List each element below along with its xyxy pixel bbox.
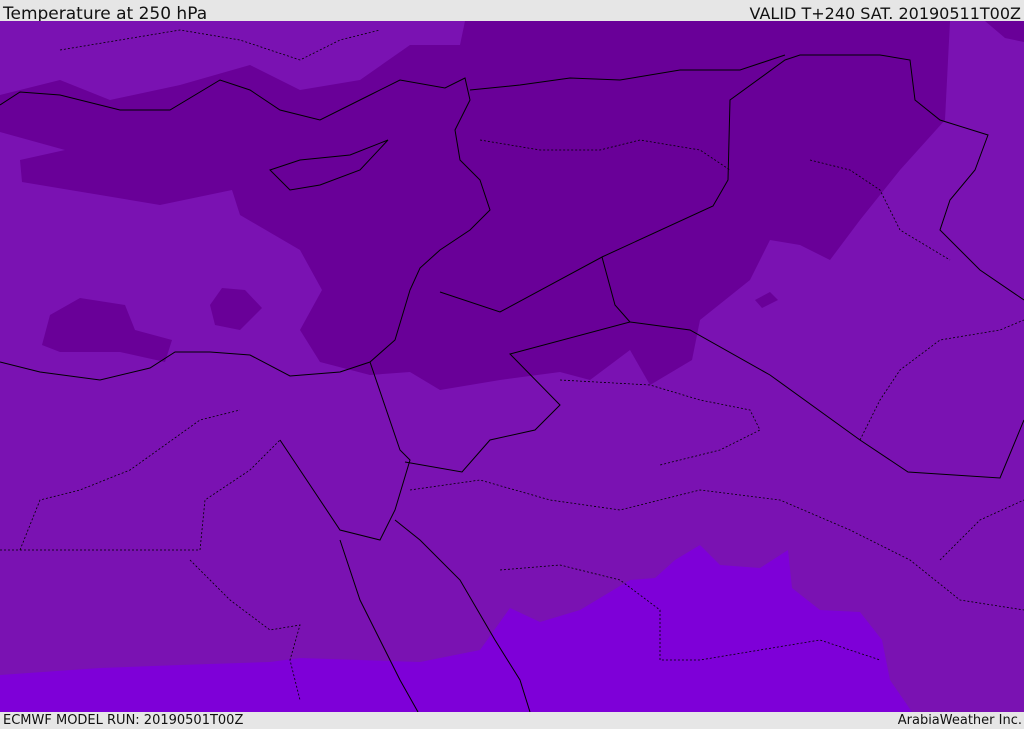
brand-label: ArabiaWeather Inc. xyxy=(897,713,1022,728)
header-bar: Temperature at 250 hPa VALID T+240 SAT. … xyxy=(0,0,1024,24)
model-run-label: ECMWF MODEL RUN: 20190501T00Z xyxy=(3,713,244,728)
temperature-map xyxy=(0,21,1024,713)
footer-bar: ECMWF MODEL RUN: 20190501T00Z ArabiaWeat… xyxy=(0,712,1024,729)
